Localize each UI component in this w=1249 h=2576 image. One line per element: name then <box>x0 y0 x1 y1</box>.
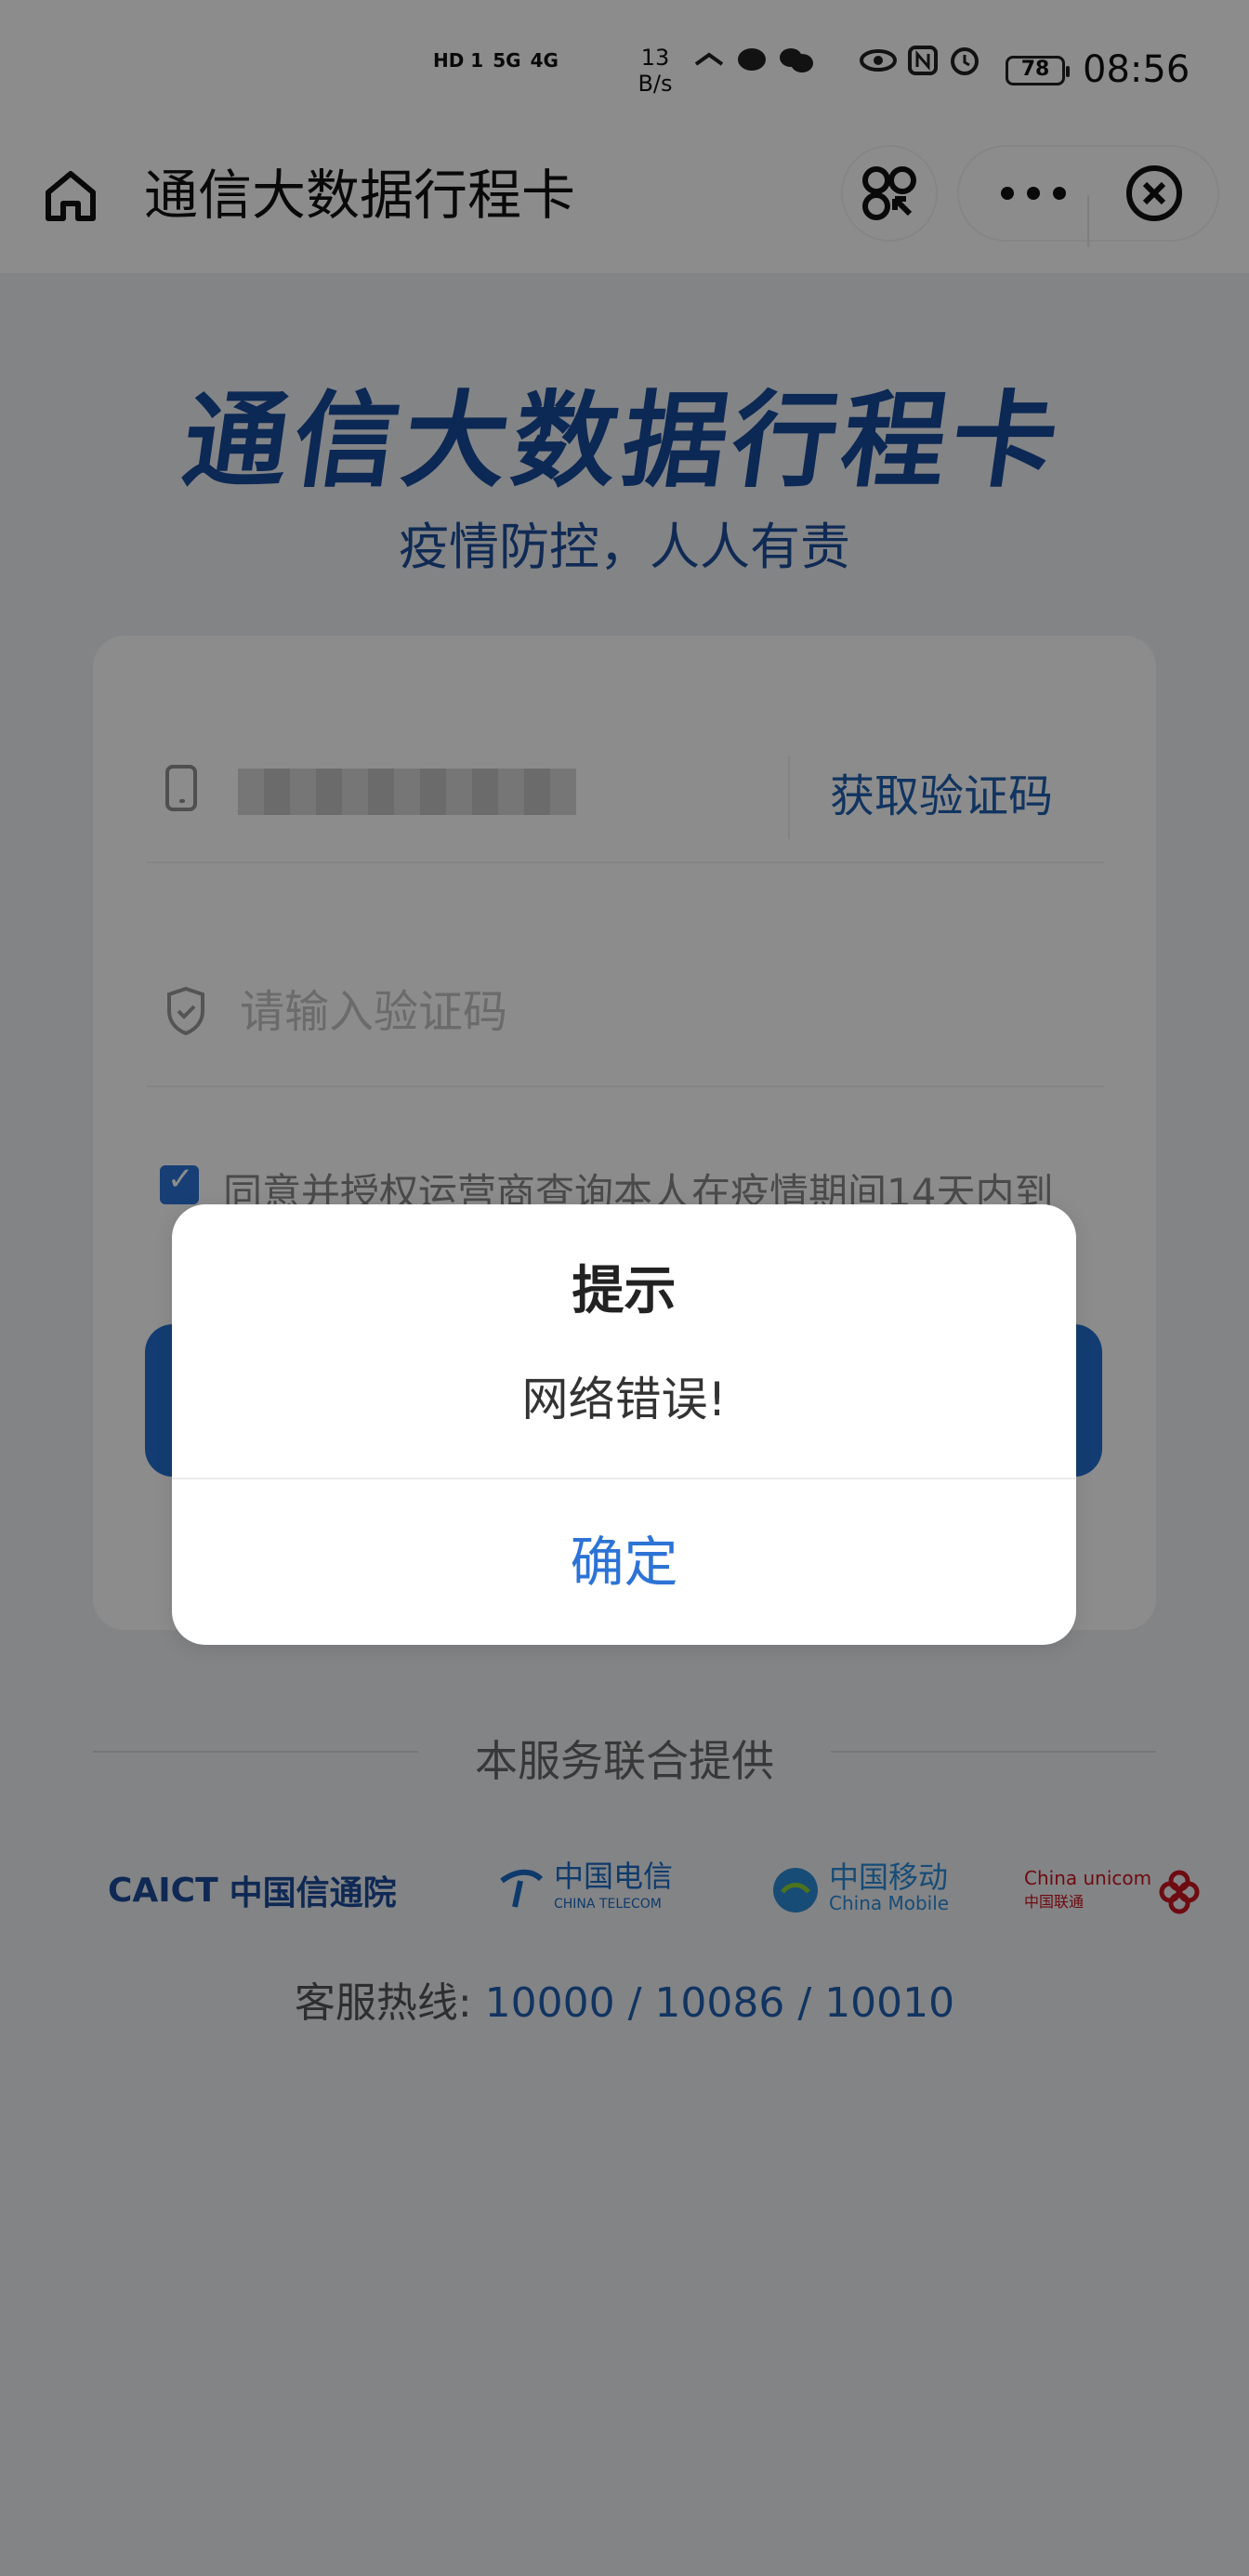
confirm-button[interactable]: 确定 <box>172 1478 1076 1645</box>
dialog-title: 提示 <box>572 1261 677 1321</box>
dialog-message: 网络错误! <box>521 1373 727 1426</box>
alert-dialog: 提示 网络错误! 确定 <box>172 1204 1076 1645</box>
